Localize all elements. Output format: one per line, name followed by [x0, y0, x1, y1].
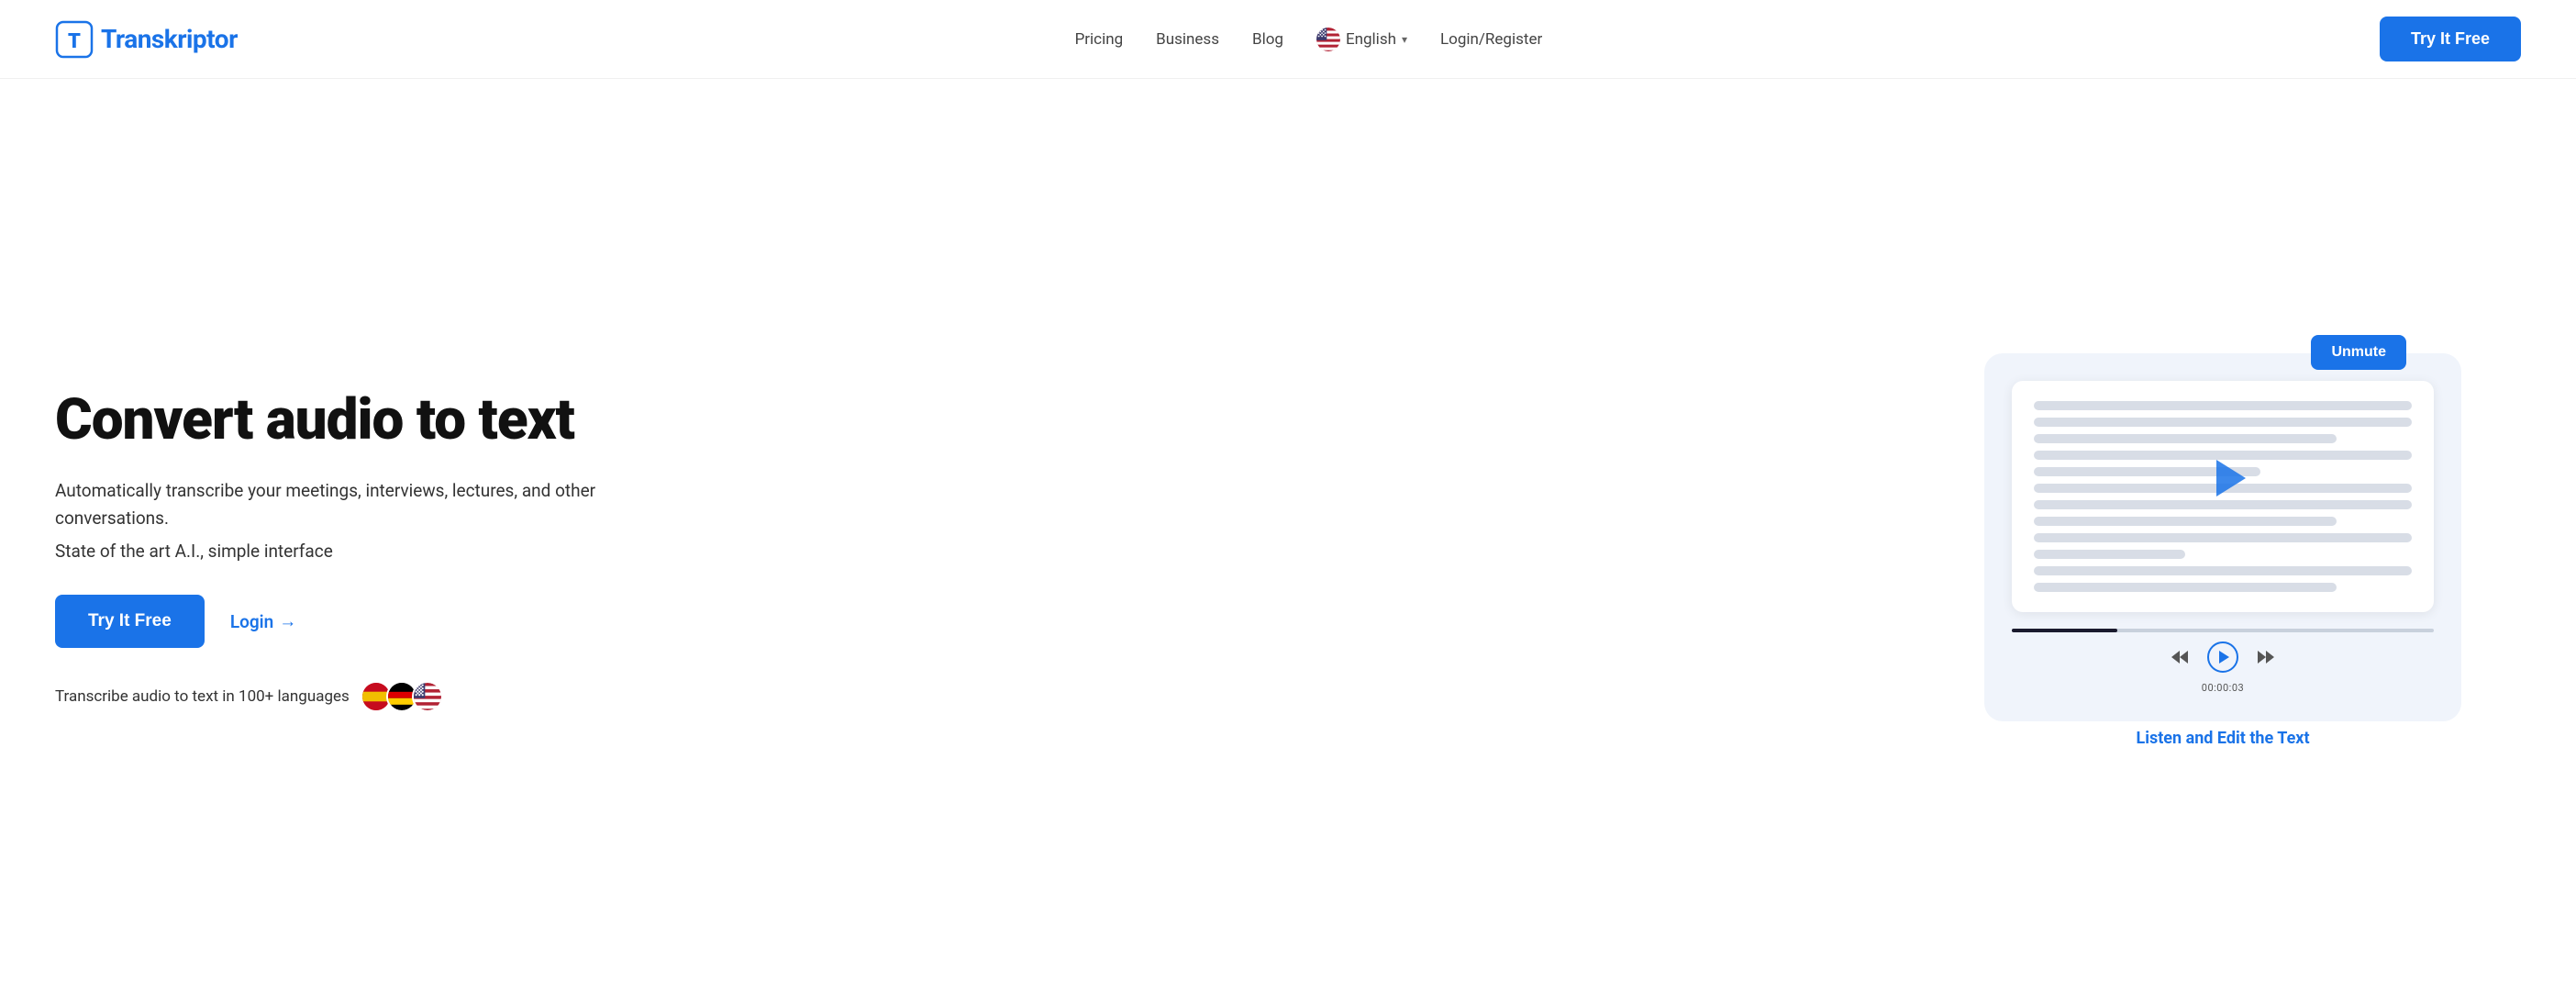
- flag-icon: [1316, 28, 1340, 51]
- text-line-7: [2034, 500, 2412, 509]
- text-line-3: [2034, 434, 2337, 443]
- nav-login-register[interactable]: Login/Register: [1440, 30, 1542, 49]
- main-nav: Pricing Business Blog: [1075, 28, 1543, 51]
- forward-button[interactable]: [2253, 644, 2279, 670]
- text-line-11: [2034, 566, 2412, 575]
- language-label: English: [1346, 30, 1396, 49]
- rewind-icon: [2170, 647, 2190, 667]
- nav-blog[interactable]: Blog: [1252, 30, 1283, 49]
- progress-bar[interactable]: [2012, 629, 2434, 632]
- logo-text: Transkriptor: [101, 24, 238, 54]
- text-line-8: [2034, 517, 2337, 526]
- hero-try-free-button[interactable]: Try It Free: [55, 595, 205, 648]
- play-button[interactable]: [2207, 641, 2238, 673]
- listen-edit-link[interactable]: Listen and Edit the Text: [2136, 729, 2309, 748]
- text-line-12: [2034, 583, 2337, 592]
- hero-actions: Try It Free Login →: [55, 595, 605, 648]
- login-label: Login: [230, 611, 273, 632]
- player-container: Unmute: [1984, 353, 2461, 721]
- header-try-free-button[interactable]: Try It Free: [2380, 17, 2521, 61]
- nav-pricing[interactable]: Pricing: [1075, 30, 1124, 49]
- progress-bar-area: [2012, 629, 2434, 632]
- usa-flag-svg: [414, 681, 441, 712]
- svg-text:T: T: [68, 30, 81, 53]
- forward-icon: [2256, 647, 2276, 667]
- timestamp: 00:00:03: [2202, 682, 2244, 694]
- rewind-button[interactable]: [2167, 644, 2193, 670]
- hero-login-link[interactable]: Login →: [230, 610, 296, 632]
- logo-icon: T: [55, 20, 94, 59]
- flag-usa: [412, 681, 443, 712]
- nav-business[interactable]: Business: [1156, 30, 1219, 49]
- text-line-2: [2034, 418, 2412, 427]
- unmute-button[interactable]: Unmute: [2311, 335, 2406, 370]
- progress-fill: [2012, 629, 2117, 632]
- login-arrow-icon: →: [279, 610, 296, 632]
- site-header: T Transkriptor Pricing Business Blog: [0, 0, 2576, 79]
- audio-player: 00:00:03: [2012, 629, 2434, 694]
- text-line-9: [2034, 533, 2412, 542]
- languages-label: Transcribe audio to text in 100+ languag…: [55, 687, 350, 706]
- transcript-card: [2012, 381, 2434, 612]
- play-icon: [2219, 651, 2229, 664]
- language-selector[interactable]: English ▾: [1316, 28, 1407, 51]
- transcript-lines: [2034, 401, 2412, 592]
- hero-subtitle-1: Automatically transcribe your meetings, …: [55, 477, 605, 531]
- player-controls: [2167, 641, 2279, 673]
- language-flags: [361, 681, 443, 712]
- languages-row: Transcribe audio to text in 100+ languag…: [55, 681, 605, 712]
- hero-section: Convert audio to text Automatically tran…: [0, 79, 2576, 1004]
- text-line-4: [2034, 451, 2412, 460]
- hero-content: Convert audio to text Automatically tran…: [55, 389, 605, 712]
- hero-subtitle-2: State of the art A.I., simple interface: [55, 541, 605, 562]
- hero-title: Convert audio to text: [55, 389, 605, 452]
- hero-player-area: Unmute: [1925, 353, 2521, 748]
- chevron-down-icon: ▾: [1402, 33, 1407, 46]
- text-line-1: [2034, 401, 2412, 410]
- text-line-10: [2034, 550, 2185, 559]
- logo[interactable]: T Transkriptor: [55, 20, 238, 59]
